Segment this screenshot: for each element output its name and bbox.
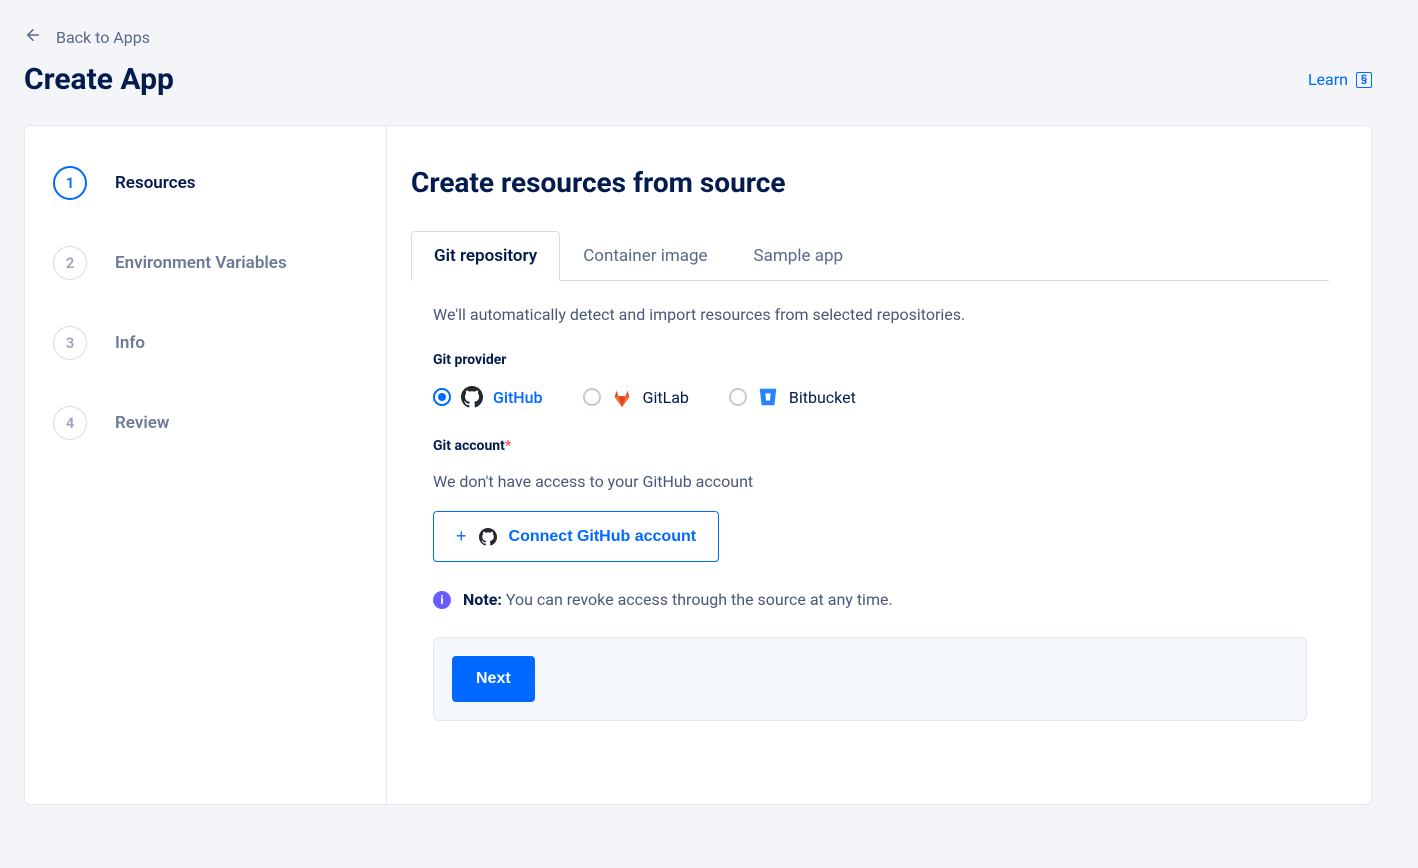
no-access-text: We don't have access to your GitHub acco… (433, 472, 1307, 491)
radio-icon (433, 388, 451, 406)
step-number: 2 (53, 246, 87, 280)
footer-panel: Next (433, 637, 1307, 721)
radio-icon (583, 388, 601, 406)
back-to-apps-link[interactable]: Back to Apps (24, 20, 150, 62)
step-info[interactable]: 3 Info (53, 314, 358, 394)
page-title: Create App (24, 62, 174, 97)
step-resources[interactable]: 1 Resources (53, 154, 358, 234)
tab-sample-app[interactable]: Sample app (731, 231, 867, 281)
wizard-card: 1 Resources 2 Environment Variables 3 In… (24, 125, 1372, 805)
required-mark: * (505, 438, 511, 454)
note-row: i Note: You can revoke access through th… (433, 590, 1307, 609)
provider-label: GitHub (493, 388, 543, 407)
main-panel: Create resources from source Git reposit… (387, 126, 1371, 804)
learn-label: Learn (1308, 70, 1348, 89)
connect-button-label: Connect GitHub account (509, 528, 697, 546)
provider-bitbucket[interactable]: Bitbucket (729, 386, 856, 408)
gitlab-icon (611, 386, 633, 408)
stepper: 1 Resources 2 Environment Variables 3 In… (25, 126, 387, 804)
github-icon (461, 386, 483, 408)
description-text: We'll automatically detect and import re… (433, 305, 1307, 324)
tab-body: We'll automatically detect and import re… (411, 281, 1329, 721)
step-label: Resources (115, 173, 196, 193)
tab-git-repository[interactable]: Git repository (411, 231, 560, 281)
provider-label: Bitbucket (789, 388, 856, 407)
arrow-left-icon (24, 26, 42, 48)
github-icon (479, 528, 497, 546)
provider-label: GitLab (643, 388, 689, 407)
provider-gitlab[interactable]: GitLab (583, 386, 689, 408)
step-review[interactable]: 4 Review (53, 394, 358, 474)
note-text: You can revoke access through the source… (502, 590, 893, 609)
connect-github-button[interactable]: + Connect GitHub account (433, 511, 719, 562)
provider-github[interactable]: GitHub (433, 386, 543, 408)
learn-link[interactable]: Learn § (1308, 70, 1372, 89)
step-label: Review (115, 413, 169, 433)
info-icon: i (433, 591, 451, 609)
git-account-label: Git account* (433, 438, 1307, 454)
radio-icon (729, 388, 747, 406)
back-label: Back to Apps (56, 28, 150, 47)
step-number: 3 (53, 326, 87, 360)
next-button[interactable]: Next (452, 656, 535, 702)
step-number: 4 (53, 406, 87, 440)
step-number: 1 (53, 166, 87, 200)
step-environment-variables[interactable]: 2 Environment Variables (53, 234, 358, 314)
note-prefix: Note: (463, 590, 502, 609)
step-label: Info (115, 333, 145, 353)
tab-container-image[interactable]: Container image (560, 231, 730, 281)
book-icon: § (1356, 72, 1372, 88)
step-label: Environment Variables (115, 253, 287, 273)
source-tabs: Git repository Container image Sample ap… (411, 231, 1329, 281)
git-provider-radios: GitHub GitLab Bitbucket (433, 386, 1307, 408)
bitbucket-icon (757, 386, 779, 408)
git-provider-label: Git provider (433, 352, 1307, 368)
plus-icon: + (456, 526, 467, 547)
main-title: Create resources from source (411, 166, 1329, 199)
